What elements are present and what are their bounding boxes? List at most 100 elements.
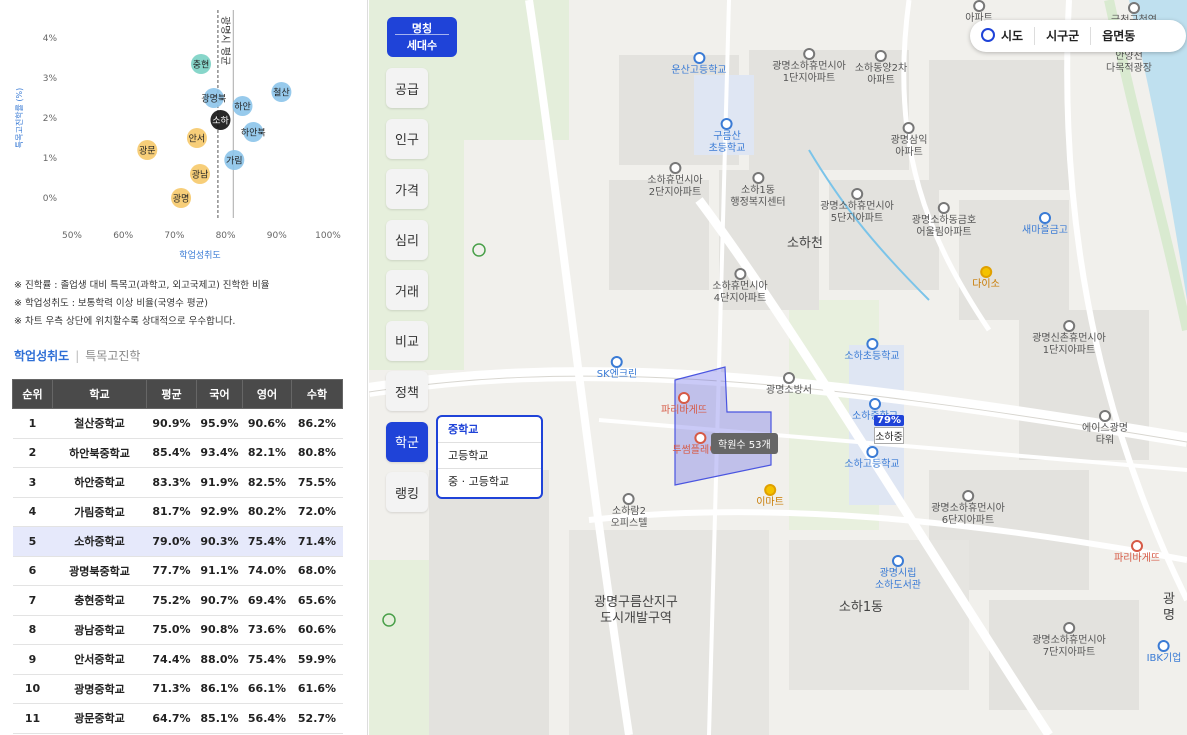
poi-pin-icon bbox=[721, 118, 733, 130]
table-row[interactable]: 11 광문중학교 64.7% 85.1% 56.4% 52.7% bbox=[12, 703, 343, 734]
poi-label: 구름산 bbox=[713, 131, 741, 142]
menu-item[interactable]: 학군 bbox=[386, 421, 428, 462]
table-cell: 80.2% bbox=[242, 497, 292, 527]
menu-item[interactable]: 심리 bbox=[386, 219, 428, 260]
table-cell: 2 bbox=[12, 438, 53, 468]
map-poi[interactable]: 소하1동 행정복지센터 bbox=[730, 172, 786, 209]
y-tick-label: 2% bbox=[43, 114, 58, 124]
table-row[interactable]: 9 안서중학교 74.4% 88.0% 75.4% 59.9% bbox=[12, 644, 343, 675]
table-cell: 9 bbox=[12, 644, 53, 675]
submenu-high-school[interactable]: 고등학교 bbox=[438, 443, 541, 469]
map-poi[interactable]: 광명소하휴먼시아 7단지아파트 bbox=[1032, 622, 1106, 659]
table-row[interactable]: 1 철산중학교 90.9% 95.9% 90.6% 86.2% bbox=[12, 408, 343, 439]
map-poi[interactable]: 다이소 bbox=[972, 266, 1000, 291]
table-cell: 60.6% bbox=[291, 615, 343, 645]
map-poi[interactable]: 파리바게뜨 bbox=[661, 392, 707, 417]
poi-label: 1단지아파트 bbox=[782, 73, 836, 84]
map-poi[interactable]: 소하휴먼시아 2단지아파트 bbox=[647, 162, 703, 199]
map-view[interactable]: 운산고등학교 광명소하휴먼시아 1단지아파트 소하동양2차 아파트구름산 초등학교 광명삼익… bbox=[369, 0, 1187, 735]
table-cell: 77.7% bbox=[146, 556, 197, 586]
menu-item[interactable]: 랭킹 bbox=[386, 472, 428, 512]
x-tick-label: 50% bbox=[62, 231, 82, 241]
menu-item[interactable]: 정책 bbox=[386, 371, 428, 411]
table-cell: 71.4% bbox=[291, 526, 343, 557]
ref-line-label: 광명시 평균 bbox=[219, 16, 231, 65]
table-row[interactable]: 10 광명중학교 71.3% 86.1% 66.1% 61.6% bbox=[12, 674, 343, 704]
table-cell: 충현중학교 bbox=[52, 585, 147, 616]
table-row[interactable]: 8 광남중학교 75.0% 90.8% 73.6% 60.6% bbox=[12, 615, 343, 645]
point-label: 안서 bbox=[189, 134, 206, 145]
poi-label: 광명삼익 bbox=[890, 135, 928, 146]
poi-label: 1단지아파트 bbox=[1042, 345, 1096, 356]
menu-item[interactable]: 가격 bbox=[386, 169, 428, 209]
map-label-toggle[interactable]: 명칭 세대수 bbox=[387, 17, 457, 57]
col-school[interactable]: 학교 bbox=[52, 379, 147, 409]
col-rank[interactable]: 순위 bbox=[12, 379, 53, 409]
table-cell: 82.5% bbox=[242, 467, 292, 498]
map-poi[interactable]: 광명시립 소하도서관 bbox=[875, 555, 921, 592]
col-korean[interactable]: 국어 bbox=[196, 379, 243, 409]
col-average[interactable]: 평균 bbox=[146, 379, 197, 409]
menu-item[interactable]: 비교 bbox=[386, 320, 428, 361]
point-label: 광명 bbox=[173, 193, 190, 205]
table-cell: 가림중학교 bbox=[52, 497, 147, 527]
tab-special-high[interactable]: 특목고진학 bbox=[85, 349, 140, 363]
table-row[interactable]: 4 가림중학교 81.7% 92.9% 80.2% 72.0% bbox=[12, 497, 343, 527]
poi-pin-icon bbox=[692, 52, 705, 64]
menu-item[interactable]: 인구 bbox=[386, 118, 428, 159]
table-cell: 88.0% bbox=[196, 644, 243, 675]
label-households-option[interactable]: 세대수 bbox=[387, 35, 457, 53]
map-poi[interactable]: 광명소방서 bbox=[766, 372, 812, 397]
poi-label: 5단지아파트 bbox=[830, 213, 884, 224]
map-poi[interactable]: 광명소하휴먼시아 6단지아파트 bbox=[931, 490, 1005, 527]
school-rate-badge[interactable]: 79% 소하중 bbox=[874, 415, 904, 444]
map-poi[interactable]: 새마을금고 bbox=[1022, 212, 1068, 237]
poi-label: SK엔크린 bbox=[596, 369, 638, 380]
col-math[interactable]: 수학 bbox=[291, 379, 343, 409]
table-row[interactable]: 6 광명북중학교 77.7% 91.1% 74.0% 68.0% bbox=[12, 556, 343, 586]
map-poi[interactable]: 이마트 bbox=[756, 484, 784, 509]
map-poi[interactable]: 광명소하휴먼시아 5단지아파트 bbox=[820, 188, 894, 225]
table-header-row: 순위 학교 평균 국어 영어 수학 bbox=[12, 379, 343, 409]
submenu-middle-school[interactable]: 중학교 bbox=[438, 417, 541, 443]
map-poi[interactable]: 소하휴먼시아 4단지아파트 bbox=[712, 268, 768, 305]
map-poi[interactable]: IBK기업 bbox=[1147, 640, 1181, 665]
table-row[interactable]: 5 소하중학교 79.0% 90.3% 75.4% 71.4% bbox=[12, 526, 343, 557]
map-poi[interactable]: 소하람2 오피스텔 bbox=[611, 493, 647, 530]
region-sido-button[interactable]: 시도 bbox=[970, 27, 1034, 45]
poi-label: 운산고등학교 bbox=[671, 65, 727, 76]
map-poi[interactable]: 광명소하동금호 어울림아파트 bbox=[912, 202, 976, 239]
menu-item[interactable]: 공급 bbox=[386, 68, 428, 108]
map-poi[interactable]: 소하동양2차 아파트 bbox=[855, 50, 907, 87]
table-row[interactable]: 2 하안북중학교 85.4% 93.4% 82.1% 80.8% bbox=[12, 438, 343, 468]
point-label: 하안북 bbox=[241, 128, 266, 139]
map-poi[interactable]: 광명소하휴먼시아 1단지아파트 bbox=[772, 48, 846, 85]
label-name-option[interactable]: 명칭 bbox=[395, 17, 449, 35]
map-poi[interactable]: 광명신촌휴먼시아 1단지아파트 bbox=[1032, 320, 1106, 357]
map-poi[interactable]: 운산고등학교 bbox=[671, 52, 727, 77]
submenu-middle-high-school[interactable]: 중 · 고등학교 bbox=[438, 469, 541, 495]
map-poi[interactable]: 에이스광명 타워 bbox=[1082, 410, 1128, 447]
poi-label: 에이스광명 bbox=[1082, 423, 1128, 434]
col-english[interactable]: 영어 bbox=[242, 379, 292, 409]
table-row[interactable]: 7 충현중학교 75.2% 90.7% 69.4% 65.6% bbox=[12, 585, 343, 616]
map-poi[interactable]: 소하초등학교 bbox=[844, 338, 900, 363]
map-poi[interactable]: 파리바게뜨 bbox=[1114, 540, 1160, 565]
area-label-line: 광명 bbox=[1163, 592, 1175, 623]
poi-pin-icon bbox=[763, 484, 776, 496]
table-cell: 82.1% bbox=[242, 438, 292, 468]
region-sigungu-button[interactable]: 시구군 bbox=[1034, 27, 1090, 45]
poi-label: 6단지아파트 bbox=[941, 515, 995, 526]
map-poi[interactable]: SK엔크린 bbox=[596, 356, 638, 381]
map-poi[interactable]: 구름산 초등학교 bbox=[709, 118, 745, 155]
map-poi[interactable]: 광명삼익 아파트 bbox=[890, 122, 928, 159]
map-poi[interactable]: 소하고등학교 bbox=[844, 446, 900, 471]
menu-item[interactable]: 거래 bbox=[386, 270, 428, 310]
region-eupmyeondong-button[interactable]: 읍면동 bbox=[1090, 27, 1146, 45]
table-row[interactable]: 3 하안중학교 83.3% 91.9% 82.5% 75.5% bbox=[12, 467, 343, 498]
table-cell: 64.7% bbox=[146, 703, 197, 734]
table-cell: 73.6% bbox=[242, 615, 292, 645]
poi-label: 이마트 bbox=[756, 497, 784, 508]
tab-achievement[interactable]: 학업성취도 bbox=[14, 349, 69, 363]
poi-pin-icon bbox=[979, 266, 992, 278]
